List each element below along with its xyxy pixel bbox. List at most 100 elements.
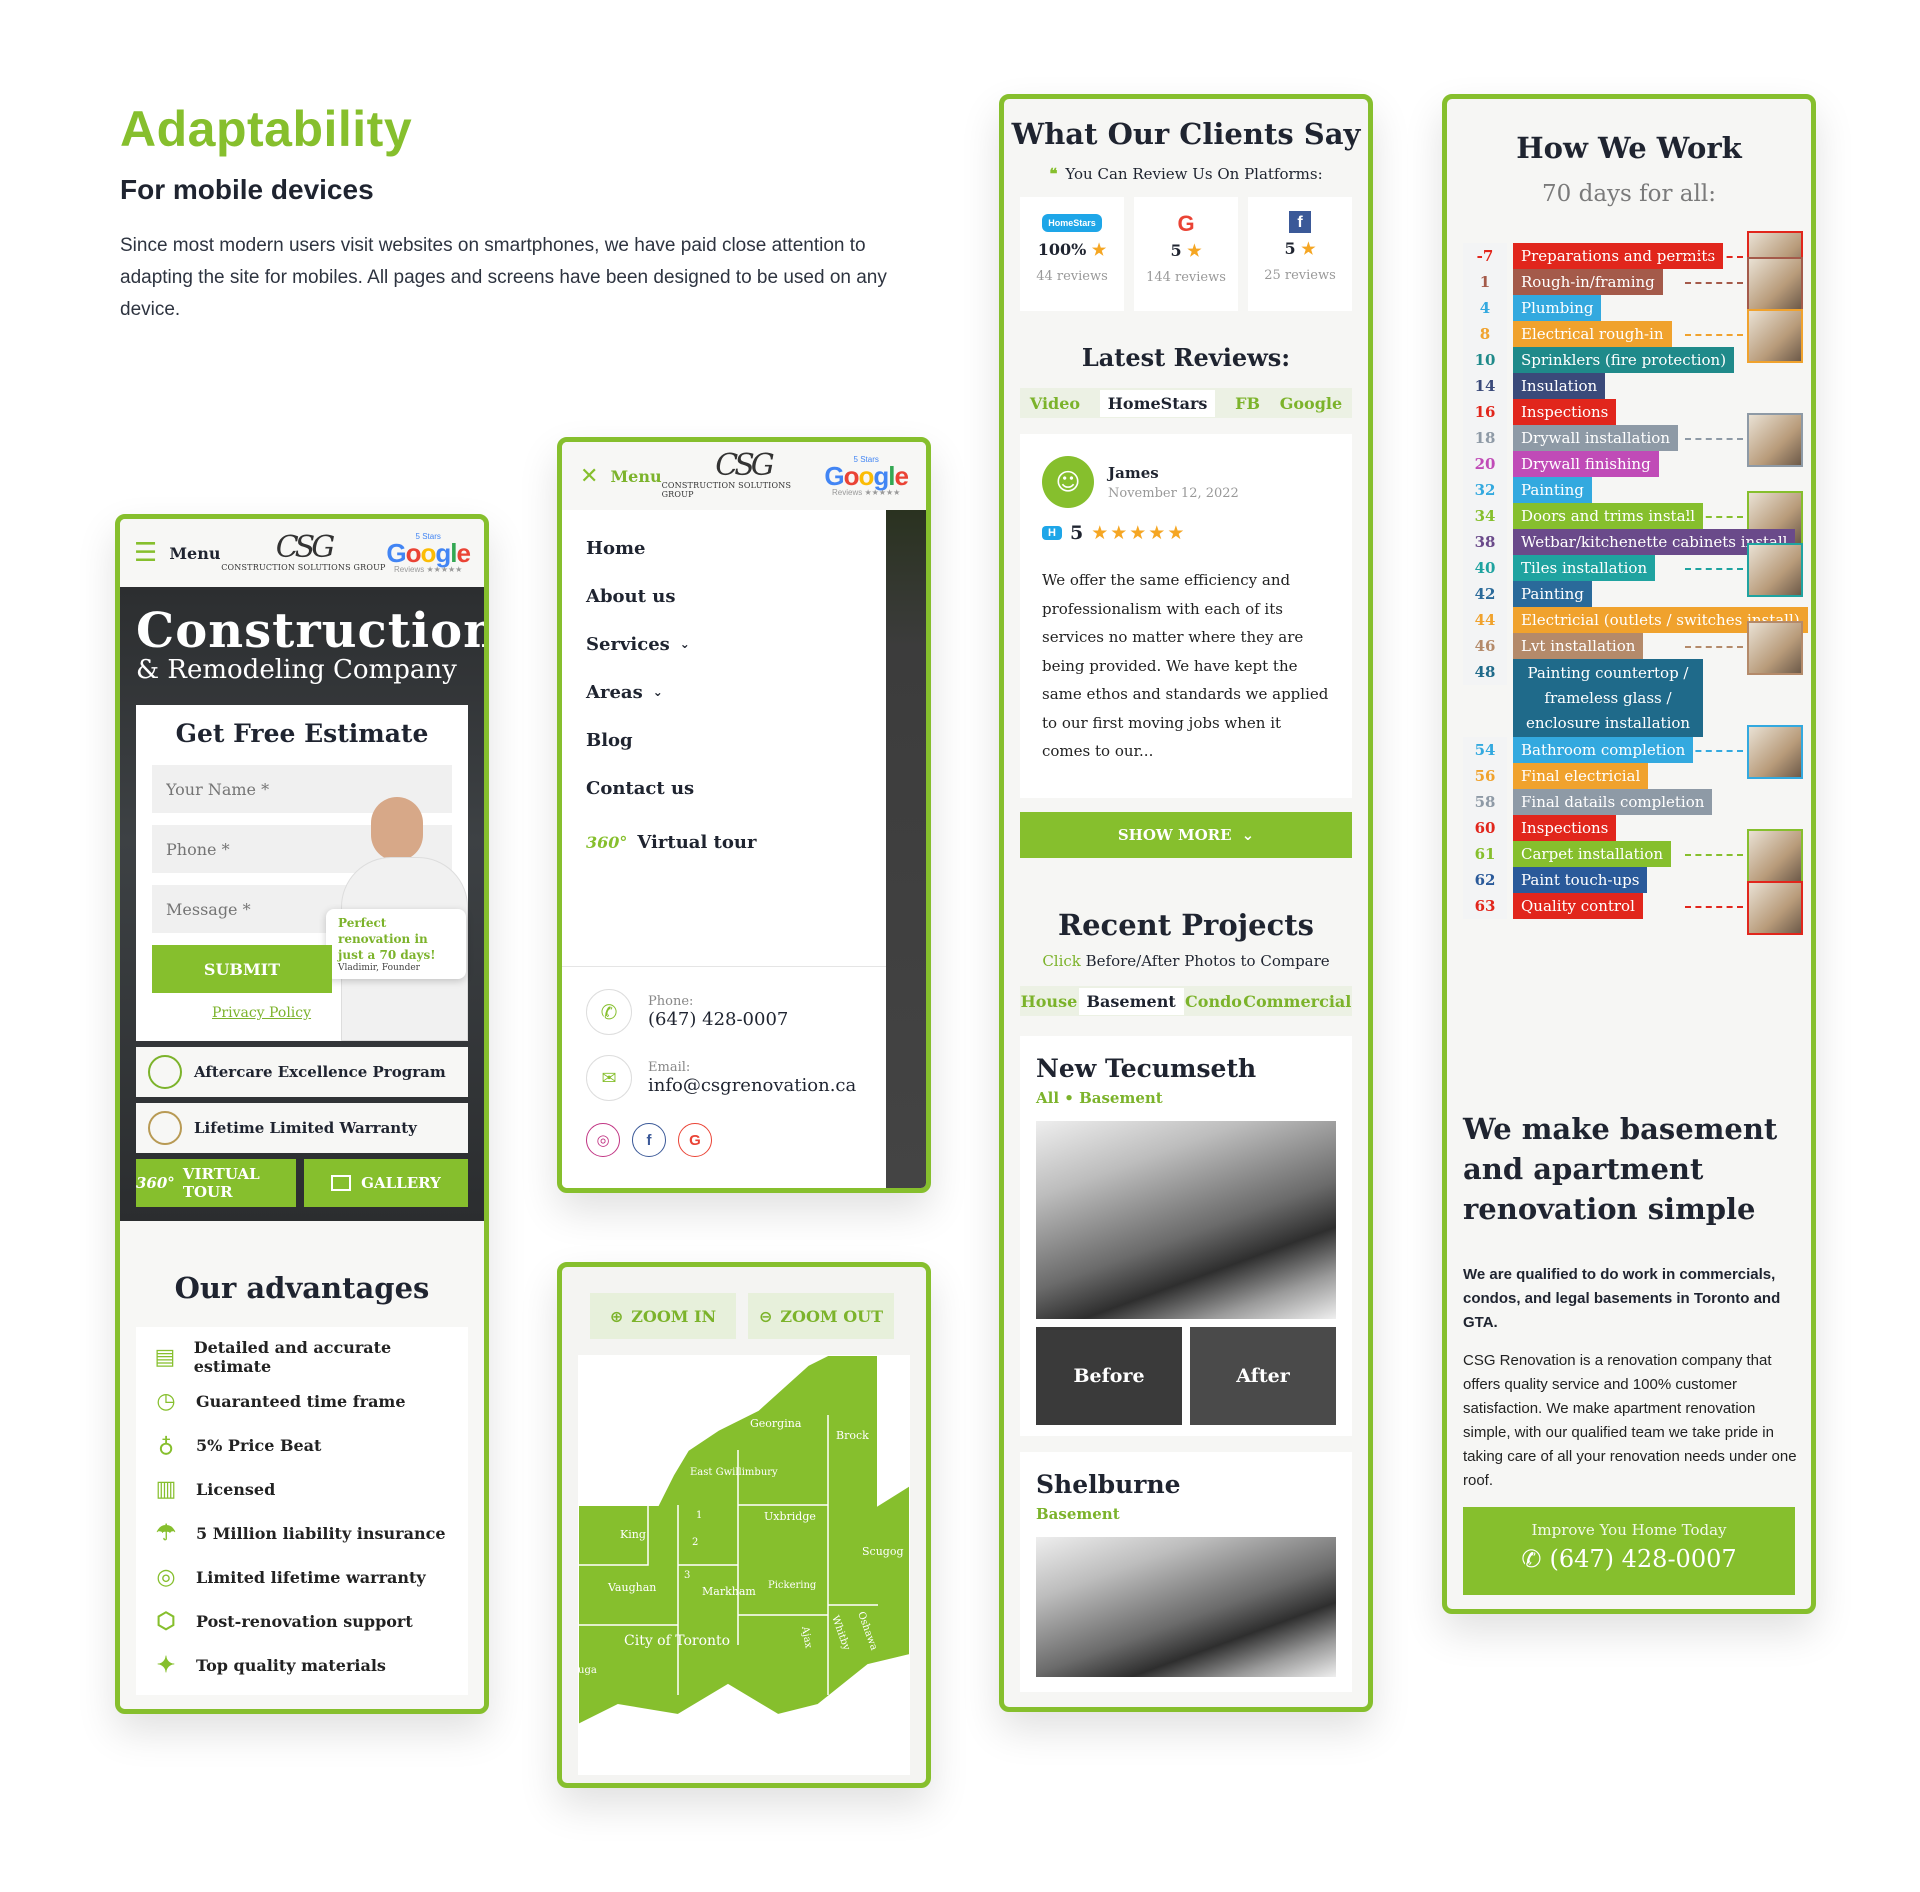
contact-phone[interactable]: ✆ Phone: (647) 428-0007 — [586, 989, 862, 1035]
project-card[interactable]: Shelburne Basement — [1020, 1452, 1352, 1692]
process-step: 18 Drywall installation — [1463, 425, 1678, 451]
hero-title: Construction — [136, 603, 489, 659]
virtual-tour-button[interactable]: 360° VIRTUAL TOUR — [136, 1159, 296, 1207]
project-name: New Tecumseth — [1036, 1054, 1257, 1083]
zoom-in-button[interactable]: ⊕ ZOOM IN — [590, 1293, 736, 1339]
contact-email[interactable]: ✉ Email: info@csgrenovation.ca — [586, 1055, 862, 1101]
step-day: 42 — [1463, 581, 1507, 607]
process-step: 62 Paint touch-ups — [1463, 867, 1648, 893]
nav-item-areas[interactable]: Areas ⌄ — [586, 668, 862, 716]
star-icon: ★ — [1091, 240, 1107, 259]
hero: Construction & Remodeling Company Get Fr… — [120, 587, 484, 1221]
zoom-out-button[interactable]: ⊖ ZOOM OUT — [748, 1293, 894, 1339]
nav-item-blog[interactable]: Blog — [586, 716, 862, 764]
privacy-link[interactable]: Privacy Policy — [212, 1005, 311, 1021]
platform-score: 5 — [1170, 241, 1182, 260]
platform-card-google[interactable]: G 5 ★ 144 reviews — [1134, 197, 1238, 311]
google-icon[interactable]: G — [678, 1123, 712, 1157]
quality-icon: ✦ — [156, 1652, 176, 1678]
phone-icon: ✆ — [1521, 1545, 1542, 1573]
google-reviews-badge[interactable]: 5 Stars Google Reviews ★★★★★ — [824, 455, 909, 497]
nav-item-virtual-tour[interactable]: 360° Virtual tour — [586, 818, 862, 866]
step-day: 8 — [1463, 321, 1507, 347]
step-day: 38 — [1463, 529, 1507, 555]
tab-house[interactable]: House — [1021, 992, 1078, 1011]
projects-hint: Click Before/After Photos to Compare — [1042, 952, 1330, 970]
step-day: 18 — [1463, 425, 1507, 451]
step-label: Painting countertop / frameless glass / … — [1513, 659, 1703, 737]
tab-video[interactable]: Video — [1030, 394, 1080, 413]
step-day: 63 — [1463, 893, 1507, 919]
step-day: 60 — [1463, 815, 1507, 841]
process-step: 40 Tiles installation — [1463, 555, 1656, 581]
cta-phone: (647) 428-0007 — [1549, 1545, 1737, 1573]
step-connector — [1685, 750, 1743, 752]
google-reviews-badge[interactable]: 5 Stars Google Reviews ★★★★★ — [386, 532, 471, 574]
founder-quote: Perfect renovation in just a 70 days! Vl… — [326, 909, 466, 979]
process-step: 61 Carpet installation — [1463, 841, 1672, 867]
tab-commercial[interactable]: Commercial — [1243, 992, 1351, 1011]
csg-logo[interactable]: CSG CONSTRUCTION SOLUTIONS GROUP — [221, 532, 385, 572]
step-day: 61 — [1463, 841, 1507, 867]
menu-close-toggle[interactable]: ✕ Menu — [580, 464, 662, 489]
step-day: 40 — [1463, 555, 1507, 581]
gallery-button[interactable]: GALLERY — [304, 1159, 468, 1207]
list-item: ▥ Licensed — [150, 1467, 454, 1511]
submit-button[interactable]: SUBMIT — [152, 945, 332, 993]
after-button[interactable]: After — [1190, 1327, 1336, 1425]
advantages-title: Our advantages — [174, 1271, 430, 1305]
project-photo[interactable] — [1036, 1537, 1336, 1677]
csg-logo[interactable]: CSG CONSTRUCTION SOLUTIONS GROUP — [662, 448, 825, 500]
service-area-map[interactable]: Georgina Brock East Gwillimbury Uxbridge… — [577, 1354, 911, 1775]
tab-fb[interactable]: FB — [1235, 394, 1260, 413]
hero-subtitle: & Remodeling Company — [136, 655, 457, 685]
facebook-icon[interactable]: f — [632, 1123, 666, 1157]
contact-block: ✆ Phone: (647) 428-0007 ✉ Email: info@csgr… — [562, 966, 886, 1179]
process-step: 32 Painting — [1463, 477, 1592, 503]
phone-reviews-screen: What Our Clients Say ❝ You Can Review Us … — [999, 94, 1373, 1712]
tab-homestars[interactable]: HomeStars — [1099, 389, 1216, 417]
menu-toggle[interactable]: ☰ Menu — [134, 538, 220, 568]
map-label: City of Toronto — [624, 1633, 730, 1649]
step-day: 54 — [1463, 737, 1507, 763]
map-label: Uxbridge — [764, 1510, 816, 1523]
nav-item-contact[interactable]: Contact us — [586, 764, 862, 812]
show-more-button[interactable]: SHOW MORE ⌄ — [1020, 812, 1352, 858]
before-button[interactable]: Before — [1036, 1327, 1182, 1425]
intro-paragraph: Since most modern users visit websites o… — [120, 235, 887, 320]
step-label: Inspections — [1513, 399, 1617, 425]
email-value: info@csgrenovation.ca — [648, 1075, 857, 1096]
step-day: 46 — [1463, 633, 1507, 659]
aftercare-banner[interactable]: Aftercare Excellence Program — [136, 1047, 468, 1097]
step-label: Lvt installation — [1513, 633, 1644, 659]
platform-score: 5 — [1284, 239, 1296, 258]
step-label: Insulation — [1513, 373, 1606, 399]
step-label: Bathroom completion — [1513, 737, 1694, 763]
call-cta-button[interactable]: Improve You Home Today ✆ (647) 428-0007 — [1463, 1507, 1795, 1595]
zoom-out-icon: ⊖ — [758, 1306, 773, 1326]
tab-google[interactable]: Google — [1280, 394, 1342, 413]
process-step: 14 Insulation — [1463, 373, 1606, 399]
logo-mark: CSG — [715, 448, 775, 483]
step-label: Paint touch-ups — [1513, 867, 1648, 893]
process-step: 16 Inspections — [1463, 399, 1617, 425]
platform-card-homestars[interactable]: HomeStars 100% ★ 44 reviews — [1020, 197, 1124, 311]
nav-item-home[interactable]: Home — [586, 524, 862, 572]
project-photo[interactable] — [1036, 1121, 1336, 1319]
tab-condo[interactable]: Condo — [1185, 992, 1242, 1011]
nav-item-services[interactable]: Services ⌄ — [586, 620, 862, 668]
instagram-icon[interactable]: ◎ — [586, 1123, 620, 1157]
estimate-icon: ▤ — [154, 1344, 176, 1370]
step-day: 16 — [1463, 399, 1507, 425]
list-item: ⬡ Post-renovation support — [150, 1599, 454, 1643]
tab-basement[interactable]: Basement — [1078, 987, 1184, 1015]
project-card[interactable]: New Tecumseth All • Basement Before Afte… — [1020, 1036, 1352, 1436]
platform-card-facebook[interactable]: f 5 ★ 25 reviews — [1248, 197, 1352, 311]
quote-icon: ❝ — [1049, 165, 1058, 183]
nav-item-about[interactable]: About us — [586, 572, 862, 620]
projects-title: Recent Projects — [1058, 908, 1314, 942]
email-label: Email: — [648, 1060, 691, 1075]
list-item: ▤ Detailed and accurate estimate — [150, 1335, 454, 1379]
backdrop[interactable] — [886, 510, 926, 1188]
warranty-banner[interactable]: Lifetime Limited Warranty — [136, 1103, 468, 1153]
